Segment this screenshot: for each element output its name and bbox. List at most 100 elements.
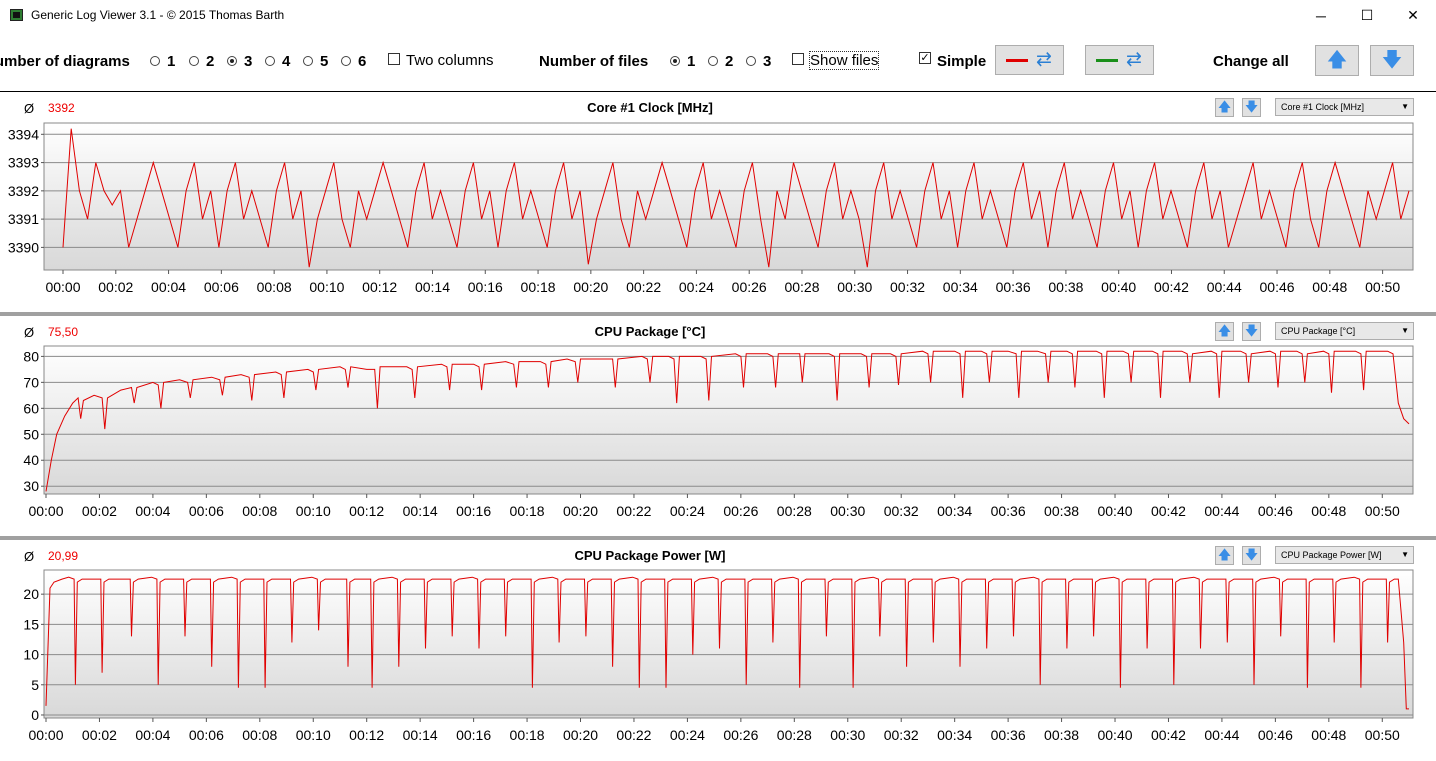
diagram-title: CPU Package [°C] <box>594 324 706 339</box>
x-tick-label: 00:24 <box>670 727 705 743</box>
y-tick-label: 0 <box>31 707 39 723</box>
arrow-down-icon: 🡇 <box>1381 49 1403 71</box>
x-tick-label: 00:00 <box>28 727 63 743</box>
diagrams-radio-2[interactable] <box>189 56 199 66</box>
arrow-down-icon: 🡇 <box>1244 547 1259 562</box>
x-tick-label: 00:14 <box>415 279 450 295</box>
sensor-select[interactable]: CPU Package [°C] ▼ <box>1275 322 1414 340</box>
move-diagram-down-button[interactable]: 🡇 <box>1242 546 1261 565</box>
diagrams-radio-label: 5 <box>320 53 329 70</box>
x-tick-label: 00:34 <box>937 727 972 743</box>
two-columns-label: Two columns <box>406 52 494 69</box>
x-tick-label: 00:16 <box>456 727 491 743</box>
y-tick-label: 30 <box>23 478 39 494</box>
chevron-down-icon: ▼ <box>1401 550 1409 559</box>
average-value: 20,99 <box>48 549 79 563</box>
move-all-down-button[interactable]: 🡇 <box>1370 45 1414 76</box>
arrow-down-icon: 🡇 <box>1244 323 1259 338</box>
x-tick-label: 00:04 <box>151 279 186 295</box>
diagrams-radio-5[interactable] <box>303 56 313 66</box>
minimize-button[interactable]: ─ <box>1298 0 1344 31</box>
sensor-select[interactable]: CPU Package Power [W] ▼ <box>1275 546 1414 564</box>
sensor-select-value: Core #1 Clock [MHz] <box>1281 102 1365 112</box>
diagrams-radio-6[interactable] <box>341 56 351 66</box>
x-tick-label: 00:02 <box>82 503 117 519</box>
plot-area <box>43 122 1414 271</box>
y-tick-label: 40 <box>23 452 39 468</box>
move-all-up-button[interactable]: 🡅 <box>1315 45 1359 76</box>
diagram-panel-2: Ø 75,50 CPU Package [°C] 🡅 🡇 CPU Package… <box>0 316 1436 536</box>
diagrams-radio-4[interactable] <box>265 56 275 66</box>
x-tick-label: 00:22 <box>626 279 661 295</box>
x-tick-label: 00:16 <box>456 503 491 519</box>
simple-checkbox[interactable]: ✓ <box>919 52 931 64</box>
series1-color-swatch <box>1006 59 1028 62</box>
x-tick-label: 00:14 <box>403 503 438 519</box>
x-tick-label: 00:26 <box>732 279 767 295</box>
y-tick-label: 10 <box>23 647 39 663</box>
num-files-label: Number of files <box>539 53 649 70</box>
sensor-select-value: CPU Package [°C] <box>1281 326 1356 336</box>
x-tick-label: 00:12 <box>349 503 384 519</box>
x-tick-label: 00:22 <box>616 727 651 743</box>
x-tick-label: 00:10 <box>296 503 331 519</box>
y-tick-label: 15 <box>23 616 39 632</box>
x-tick-label: 00:32 <box>884 727 919 743</box>
x-tick-label: 00:50 <box>1365 503 1400 519</box>
arrow-up-icon: 🡅 <box>1217 323 1232 338</box>
x-tick-label: 00:36 <box>996 279 1031 295</box>
y-tick-label: 70 <box>23 374 39 390</box>
x-tick-label: 00:38 <box>1044 727 1079 743</box>
title-bar: Generic Log Viewer 3.1 - © 2015 Thomas B… <box>0 0 1436 31</box>
close-button[interactable]: ✕ <box>1390 0 1436 31</box>
files-radio-1[interactable] <box>670 56 680 66</box>
x-tick-label: 00:10 <box>309 279 344 295</box>
files-radio-3[interactable] <box>746 56 756 66</box>
two-columns-checkbox[interactable] <box>388 53 400 65</box>
chart-svg: 0 5 10 15 20 00:00 00:02 00:04 00:06 00:08 00:10 00… <box>23 569 1414 743</box>
chevron-down-icon: ▼ <box>1401 102 1409 111</box>
x-tick-label: 00:18 <box>510 503 545 519</box>
sensor-select[interactable]: Core #1 Clock [MHz] ▼ <box>1275 98 1414 116</box>
series1-color-button[interactable]: ⇄ <box>995 45 1064 75</box>
window-title: Generic Log Viewer 3.1 - © 2015 Thomas B… <box>31 8 285 22</box>
files-radio-label: 3 <box>763 53 772 70</box>
arrow-down-icon: 🡇 <box>1244 99 1259 114</box>
sensor-select-value: CPU Package Power [W] <box>1281 550 1382 560</box>
move-diagram-up-button[interactable]: 🡅 <box>1215 322 1234 341</box>
x-tick-label: 00:48 <box>1311 727 1346 743</box>
x-tick-label: 00:28 <box>777 727 812 743</box>
move-diagram-up-button[interactable]: 🡅 <box>1215 98 1234 117</box>
x-tick-label: 00:46 <box>1260 279 1295 295</box>
simple-label: Simple <box>937 53 987 70</box>
change-all-label: Change all <box>1213 53 1289 70</box>
move-diagram-up-button[interactable]: 🡅 <box>1215 546 1234 565</box>
chart-svg: 30 40 50 60 70 80 00:00 00:02 00:04 00:06 00:08 00:… <box>23 345 1414 519</box>
x-tick-label: 00:10 <box>296 727 331 743</box>
y-tick-label: 3394 <box>8 126 39 142</box>
x-tick-label: 00:32 <box>884 503 919 519</box>
average-value: 3392 <box>48 101 75 115</box>
diagram-title: Core #1 Clock [MHz] <box>587 100 713 115</box>
diagrams-radio-3[interactable] <box>227 56 237 66</box>
x-tick-label: 00:42 <box>1151 503 1186 519</box>
x-tick-label: 00:04 <box>135 503 170 519</box>
x-tick-label: 00:08 <box>242 727 277 743</box>
x-tick-label: 00:18 <box>510 727 545 743</box>
x-tick-label: 00:26 <box>723 727 758 743</box>
x-tick-label: 00:00 <box>45 279 80 295</box>
num-diagrams-label: Number of diagrams <box>0 53 130 70</box>
diagrams-radio-1[interactable] <box>150 56 160 66</box>
x-tick-label: 00:06 <box>189 727 224 743</box>
maximize-button[interactable]: ☐ <box>1344 0 1390 31</box>
x-tick-label: 00:46 <box>1258 727 1293 743</box>
move-diagram-down-button[interactable]: 🡇 <box>1242 322 1261 341</box>
show-files-checkbox[interactable] <box>792 53 804 65</box>
y-tick-label: 50 <box>23 426 39 442</box>
x-tick-label: 00:48 <box>1311 503 1346 519</box>
move-diagram-down-button[interactable]: 🡇 <box>1242 98 1261 117</box>
x-tick-label: 00:34 <box>943 279 978 295</box>
series2-color-button[interactable]: ⇄ <box>1085 45 1154 75</box>
x-tick-label: 00:30 <box>830 503 865 519</box>
files-radio-2[interactable] <box>708 56 718 66</box>
